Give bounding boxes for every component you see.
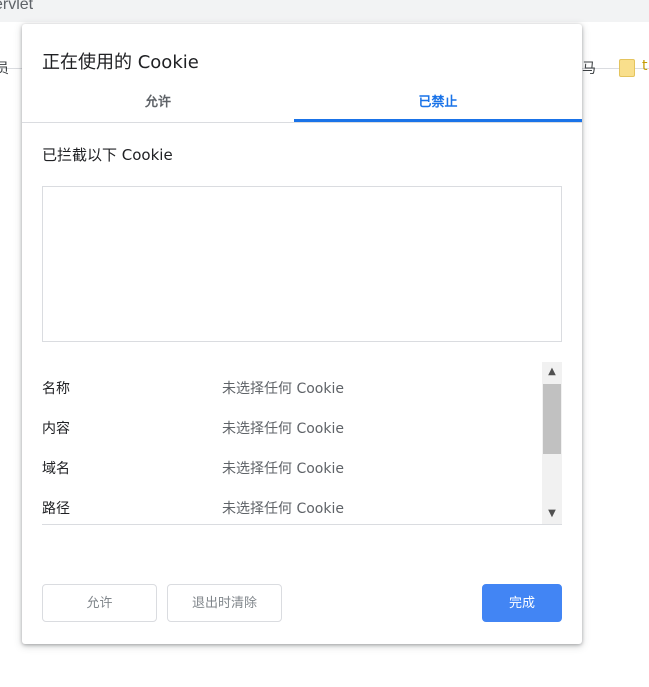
scrollbar-thumb[interactable] xyxy=(543,384,561,454)
cookies-dialog: 正在使用的 Cookie 允许 已禁止 已拦截以下 Cookie 名称 未选择任… xyxy=(22,24,582,644)
bookmark-item-right[interactable]: 马 xyxy=(582,58,596,78)
detail-key: 内容 xyxy=(42,421,70,437)
detail-row-path: 路径 未选择任何 Cookie xyxy=(42,486,542,524)
detail-row-domain: 域名 未选择任何 Cookie xyxy=(42,446,542,486)
detail-row-name: 名称 未选择任何 Cookie xyxy=(42,366,542,406)
blocked-cookies-label: 已拦截以下 Cookie xyxy=(42,146,173,164)
details-scrollbar[interactable]: ▲ ▼ xyxy=(542,362,562,524)
browser-tab-bar: ervlet xyxy=(0,0,649,22)
detail-value: 未选择任何 Cookie xyxy=(222,461,344,477)
bookmark-item-left[interactable]: 员 xyxy=(0,58,9,78)
detail-key: 名称 xyxy=(42,381,70,397)
tab-allowed[interactable]: 允许 xyxy=(22,86,294,122)
detail-value: 未选择任何 Cookie xyxy=(222,501,344,517)
detail-key: 域名 xyxy=(42,461,70,477)
clear-on-exit-button[interactable]: 退出时清除 xyxy=(167,584,282,622)
detail-value: 未选择任何 Cookie xyxy=(222,421,344,437)
dialog-title: 正在使用的 Cookie xyxy=(42,52,199,73)
tab-blocked[interactable]: 已禁止 xyxy=(294,86,582,122)
detail-row-content: 内容 未选择任何 Cookie xyxy=(42,406,542,446)
folder-icon[interactable] xyxy=(619,59,635,77)
detail-value: 未选择任何 Cookie xyxy=(222,381,344,397)
scroll-up-arrow-icon[interactable]: ▲ xyxy=(542,362,562,382)
done-button[interactable]: 完成 xyxy=(482,584,562,622)
detail-key: 路径 xyxy=(42,501,70,517)
bookmark-folder-label[interactable]: t xyxy=(642,58,648,74)
browser-tab-title[interactable]: ervlet xyxy=(0,0,33,14)
scroll-down-arrow-icon[interactable]: ▼ xyxy=(542,504,562,524)
allow-button[interactable]: 允许 xyxy=(42,584,157,622)
tab-bar: 允许 已禁止 xyxy=(22,86,582,123)
cookie-tree-list[interactable] xyxy=(42,186,562,342)
cookie-details-panel: 名称 未选择任何 Cookie 内容 未选择任何 Cookie 域名 未选择任何… xyxy=(42,362,562,525)
